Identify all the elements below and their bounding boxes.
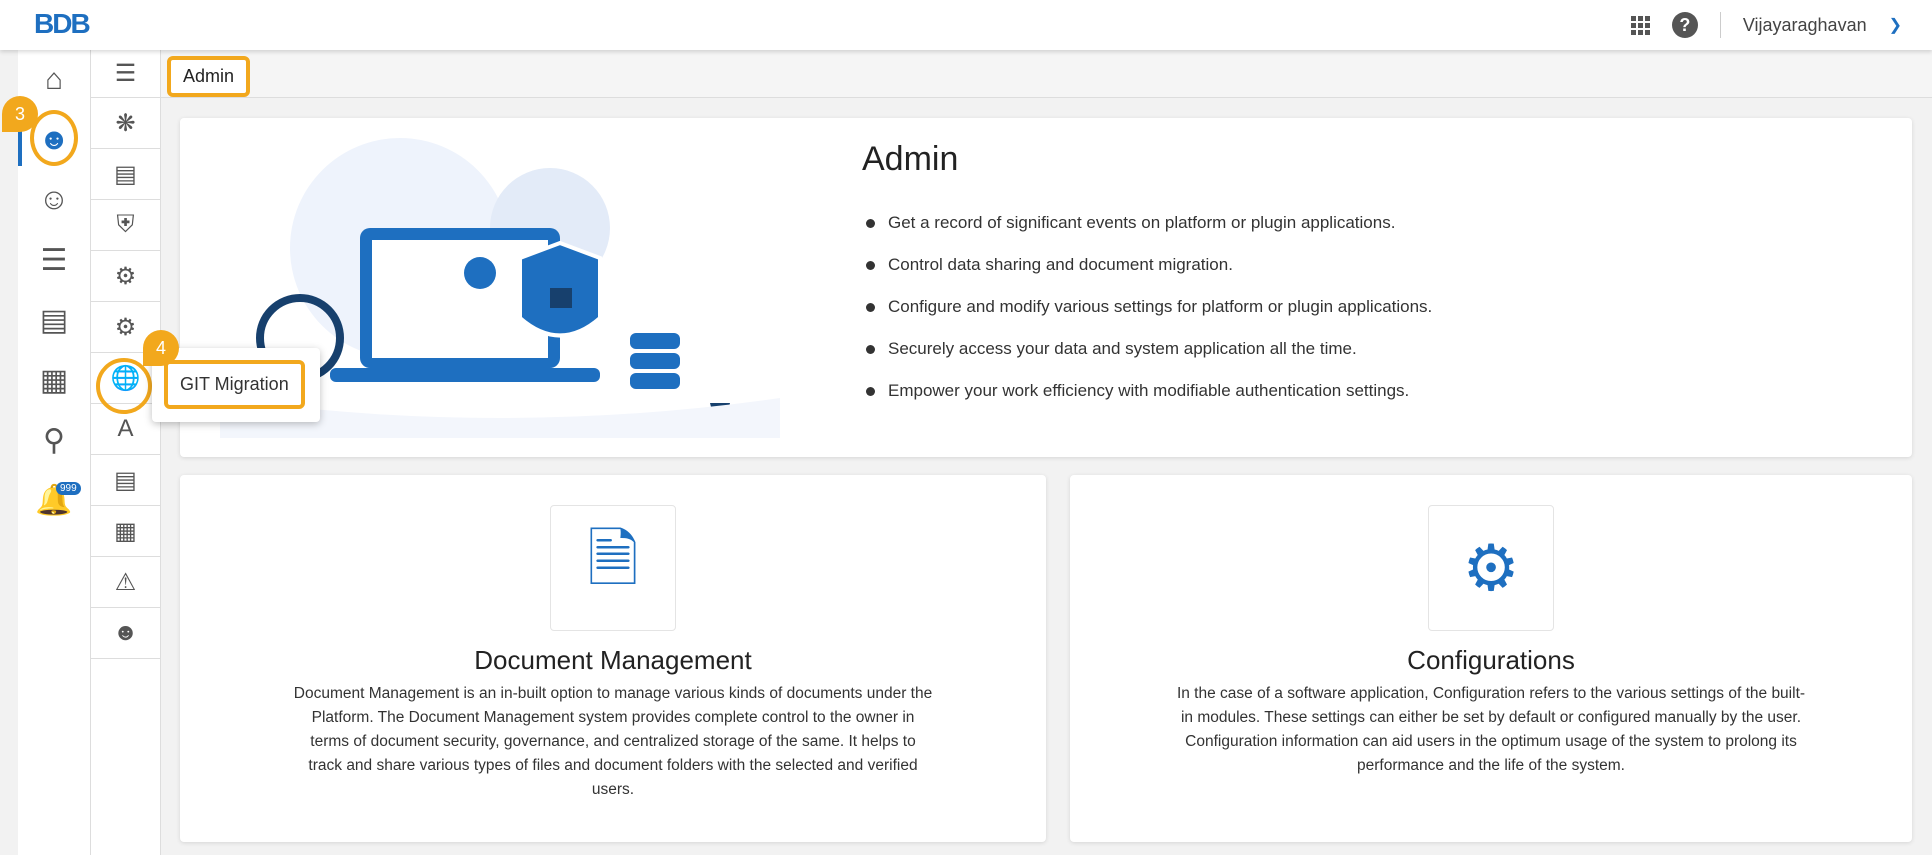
presentation-icon[interactable]: ▤ [18, 290, 90, 350]
main-nav-rail: ⌂ ☻ ☺ ☰ ▤ ▦ ⚲ 🔔 999 [18, 50, 90, 855]
step-badge-4: 4 [143, 330, 179, 366]
calendar-search-icon[interactable]: ▦ [91, 506, 160, 557]
configurations-gears-icon: ⚙ [1428, 505, 1554, 631]
data-search-icon[interactable]: ▦ [18, 350, 90, 410]
security-shield-icon[interactable]: ⛨ [91, 200, 160, 251]
apps-grid-icon[interactable] [1630, 15, 1650, 35]
data-center-icon[interactable]: ☰ [18, 230, 90, 290]
tooltip-label: GIT Migration [164, 360, 305, 409]
admin-banner: Admin Get a record of significant events… [180, 118, 1912, 457]
audit-badge-icon[interactable]: ❋ [91, 98, 160, 149]
document-management-icon: 🗎 [550, 505, 676, 631]
license-icon[interactable]: ▤ [91, 149, 160, 200]
certificate-icon[interactable]: ▤ [91, 455, 160, 506]
feature-item: Empower your work efficiency with modifi… [866, 381, 1432, 401]
breadcrumb-bar: Admin [161, 50, 1932, 98]
help-icon[interactable]: ? [1671, 12, 1698, 38]
feature-item: Control data sharing and document migrat… [866, 255, 1432, 275]
bdb-logo[interactable]: BDB [34, 8, 91, 40]
divider [1719, 12, 1721, 38]
configurations-card[interactable]: ⚙ Configurations In the case of a softwa… [1070, 475, 1912, 842]
feature-item: Securely access your data and system app… [866, 339, 1432, 359]
search-database-icon[interactable]: ⚲ [18, 410, 90, 470]
user-info-icon[interactable]: ☺ [18, 170, 90, 230]
breadcrumb-admin[interactable]: Admin [167, 56, 251, 97]
notification-badge: 999 [56, 482, 81, 495]
git-migration-tooltip: GIT Migration [152, 348, 320, 422]
admin-sub-nav: ☰ ❋ ▤ ⛨ ⚙ ⚙ 🌐 A ▤ ▦ ⚠ ☻ [90, 50, 161, 855]
banner-title: Admin [862, 140, 959, 178]
chevron-down-icon[interactable]: ❯ [1889, 15, 1902, 35]
feature-list: Get a record of significant events on pl… [866, 213, 1432, 423]
card-description: Document Management is an in-built optio… [293, 685, 933, 798]
highlight-circle [96, 358, 152, 414]
notifications-bell-icon[interactable]: 🔔 999 [18, 470, 90, 530]
card-title: Configurations [1407, 645, 1575, 675]
user-name[interactable]: Vijayaraghavan [1743, 15, 1867, 36]
server-warning-icon[interactable]: ⚠ [91, 557, 160, 608]
step-badge-3: 3 [2, 96, 38, 132]
feature-item: Get a record of significant events on pl… [866, 213, 1432, 233]
configurations-gears-icon[interactable]: ⚙ [91, 251, 160, 302]
menu-hamburger-icon[interactable]: ☰ [91, 50, 160, 98]
document-management-card[interactable]: 🗎 Document Management Document Managemen… [180, 475, 1046, 842]
top-bar: BDB ? Vijayaraghavan ❯ [0, 0, 1932, 50]
card-title: Document Management [474, 645, 752, 675]
user-clock-icon[interactable]: ☻ [91, 608, 160, 659]
card-description: In the case of a software application, C… [1176, 685, 1806, 774]
feature-item: Configure and modify various settings fo… [866, 297, 1432, 317]
